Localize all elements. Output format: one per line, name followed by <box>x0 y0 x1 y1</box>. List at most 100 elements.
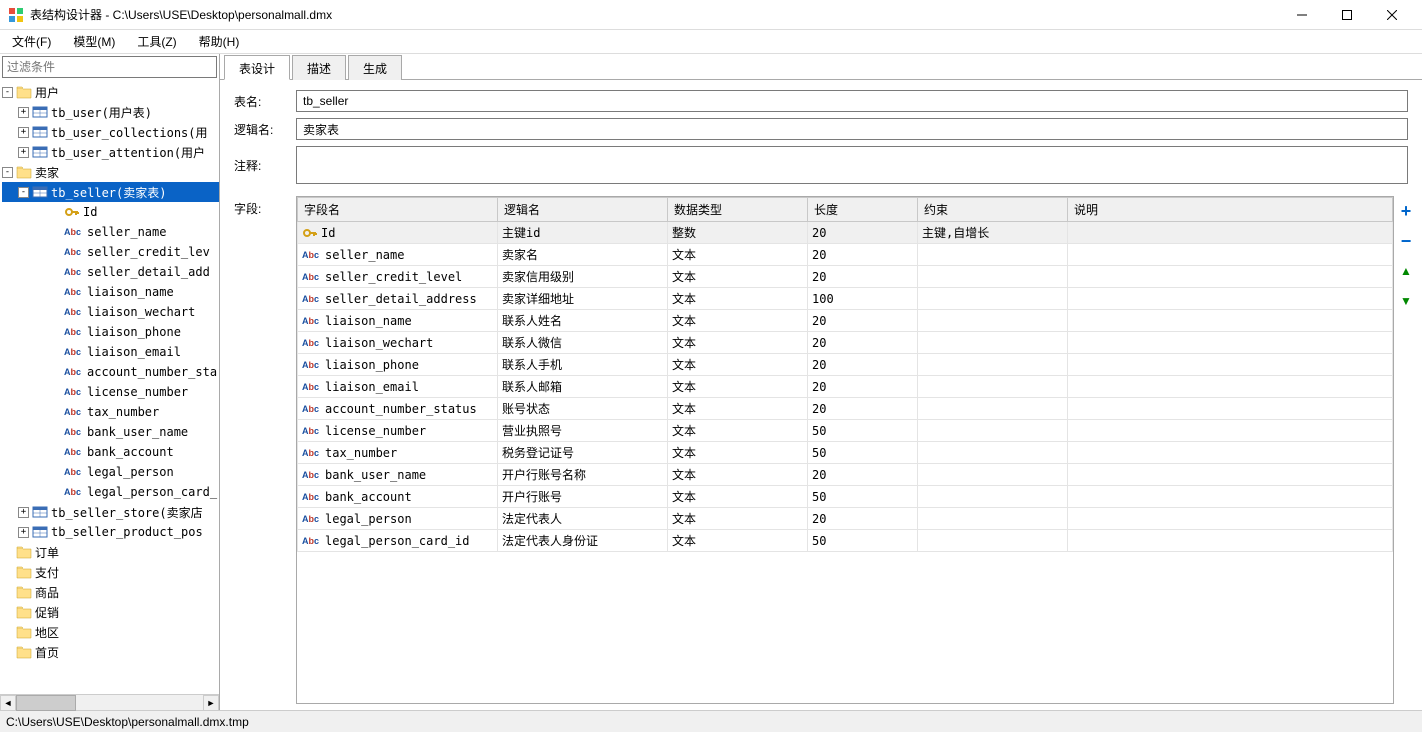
scroll-left-arrow-icon[interactable]: ◄ <box>0 695 16 711</box>
cell-description <box>1068 376 1393 398</box>
tree-label: tb_seller_store(卖家店 <box>51 504 203 521</box>
tree-toggle-icon[interactable]: - <box>18 187 29 198</box>
table-row[interactable]: Abcseller_detail_address卖家详细地址文本100 <box>298 288 1393 310</box>
cell-length: 50 <box>808 442 918 464</box>
table-row[interactable]: Abcliaison_name联系人姓名文本20 <box>298 310 1393 332</box>
tree-table-seller-product-pos[interactable]: +tb_seller_product_pos <box>2 522 219 542</box>
table-row[interactable]: Abclicense_number营业执照号文本50 <box>298 420 1393 442</box>
col-data-type[interactable]: 数据类型 <box>668 198 808 222</box>
tree-group-promo_group[interactable]: 促销 <box>2 602 219 622</box>
tree-group-seller[interactable]: -卖家 <box>2 162 219 182</box>
sidebar-horizontal-scrollbar[interactable]: ◄ ► <box>0 694 219 710</box>
tab-design[interactable]: 表设计 <box>224 55 290 80</box>
col-length[interactable]: 长度 <box>808 198 918 222</box>
col-constraint[interactable]: 约束 <box>918 198 1068 222</box>
menu-file[interactable]: 文件(F) <box>8 31 55 52</box>
tree-field-legal_person_card_id[interactable]: Abclegal_person_card_ <box>2 482 219 502</box>
tree-group-home_group[interactable]: 首页 <box>2 642 219 662</box>
tree-field-seller_credit_level[interactable]: Abcseller_credit_lev <box>2 242 219 262</box>
tree-field-tax_number[interactable]: Abctax_number <box>2 402 219 422</box>
tree-field-seller_name[interactable]: Abcseller_name <box>2 222 219 242</box>
scroll-right-arrow-icon[interactable]: ► <box>203 695 219 711</box>
tree-group-region_group[interactable]: 地区 <box>2 622 219 642</box>
col-logic-name[interactable]: 逻辑名 <box>498 198 668 222</box>
col-field-name[interactable]: 字段名 <box>298 198 498 222</box>
tree-toggle-icon[interactable]: + <box>18 127 29 138</box>
text-field-icon: Abc <box>302 248 322 262</box>
cell-data-type: 文本 <box>668 420 808 442</box>
cell-data-type: 文本 <box>668 464 808 486</box>
tree-field-bank_account[interactable]: Abcbank_account <box>2 442 219 462</box>
scroll-thumb[interactable] <box>16 695 76 711</box>
table-row[interactable]: Abcliaison_wechart联系人微信文本20 <box>298 332 1393 354</box>
cell-field-name: license_number <box>325 424 426 438</box>
tab-generate[interactable]: 生成 <box>348 55 402 80</box>
tree-group-user[interactable]: -用户 <box>2 82 219 102</box>
table-row[interactable]: Abclegal_person_card_id法定代表人身份证文本50 <box>298 530 1393 552</box>
col-description[interactable]: 说明 <box>1068 198 1393 222</box>
cell-data-type: 文本 <box>668 530 808 552</box>
tree-field-bank_user_name[interactable]: Abcbank_user_name <box>2 422 219 442</box>
tree-label: liaison_phone <box>87 325 181 339</box>
table-row[interactable]: Abcbank_account开户行账号文本50 <box>298 486 1393 508</box>
table-row[interactable]: Id主键id整数20主键,自增长 <box>298 222 1393 244</box>
remove-field-button[interactable]: − <box>1397 232 1415 250</box>
tree-view[interactable]: -用户+tb_user(用户表)+tb_user_collections(用+t… <box>0 80 219 694</box>
title-bar: 表结构设计器 - C:\Users\USE\Desktop\personalma… <box>0 0 1422 30</box>
tree-field-liaison_wechart[interactable]: Abcliaison_wechart <box>2 302 219 322</box>
cell-constraint <box>918 266 1068 288</box>
filter-input[interactable] <box>2 56 217 78</box>
tree-group-order_group[interactable]: 订单 <box>2 542 219 562</box>
move-down-button[interactable]: ▼ <box>1397 292 1415 310</box>
tree-group-pay_group[interactable]: 支付 <box>2 562 219 582</box>
tree-field-account_number_status[interactable]: Abcaccount_number_sta <box>2 362 219 382</box>
table-icon <box>32 525 48 539</box>
fields-grid[interactable]: 字段名 逻辑名 数据类型 长度 约束 说明 Id主键id整数20主键,自增长Ab… <box>296 196 1394 704</box>
tab-description[interactable]: 描述 <box>292 55 346 80</box>
table-row[interactable]: Abcliaison_phone联系人手机文本20 <box>298 354 1393 376</box>
tree-group-goods_group[interactable]: 商品 <box>2 582 219 602</box>
table-row[interactable]: Abclegal_person法定代表人文本20 <box>298 508 1393 530</box>
table-name-input[interactable] <box>296 90 1408 112</box>
tree-table-user[interactable]: +tb_user(用户表) <box>2 102 219 122</box>
close-button[interactable] <box>1369 1 1414 29</box>
table-row[interactable]: Abctax_number税务登记证号文本50 <box>298 442 1393 464</box>
tree-toggle-icon[interactable]: + <box>18 527 29 538</box>
tree-table-seller-store[interactable]: + tb_seller_store(卖家店 <box>2 502 219 522</box>
move-up-button[interactable]: ▲ <box>1397 262 1415 280</box>
tree-table-seller[interactable]: -tb_seller(卖家表) <box>2 182 219 202</box>
tree-field-liaison_name[interactable]: Abcliaison_name <box>2 282 219 302</box>
table-row[interactable]: Abcliaison_email联系人邮箱文本20 <box>298 376 1393 398</box>
tree-field-id[interactable]: Id <box>2 202 219 222</box>
tree-table-user-collections[interactable]: +tb_user_collections(用 <box>2 122 219 142</box>
minimize-button[interactable] <box>1279 1 1324 29</box>
table-row[interactable]: Abcseller_name卖家名文本20 <box>298 244 1393 266</box>
tree-toggle-icon[interactable]: + <box>18 107 29 118</box>
maximize-button[interactable] <box>1324 1 1369 29</box>
window-title: 表结构设计器 - C:\Users\USE\Desktop\personalma… <box>30 6 1279 23</box>
table-row[interactable]: Abcbank_user_name开户行账号名称文本20 <box>298 464 1393 486</box>
tree-toggle-icon[interactable]: + <box>18 147 29 158</box>
table-row[interactable]: Abcseller_credit_level卖家信用级别文本20 <box>298 266 1393 288</box>
cell-constraint <box>918 464 1068 486</box>
cell-length: 20 <box>808 508 918 530</box>
table-row[interactable]: Abcaccount_number_status账号状态文本20 <box>298 398 1393 420</box>
add-field-button[interactable]: + <box>1397 202 1415 220</box>
tree-toggle-icon[interactable]: - <box>2 87 13 98</box>
comment-input[interactable] <box>296 146 1408 184</box>
status-bar: C:\Users\USE\Desktop\personalmall.dmx.tm… <box>0 710 1422 732</box>
tree-toggle-icon[interactable]: + <box>18 507 29 518</box>
tree-table-user-attention[interactable]: +tb_user_attention(用户 <box>2 142 219 162</box>
menu-tools[interactable]: 工具(Z) <box>133 31 180 52</box>
tree-field-legal_person[interactable]: Abclegal_person <box>2 462 219 482</box>
tree-field-seller_detail_address[interactable]: Abcseller_detail_add <box>2 262 219 282</box>
tree-field-license_number[interactable]: Abclicense_number <box>2 382 219 402</box>
tree-toggle-icon[interactable]: - <box>2 167 13 178</box>
menu-model[interactable]: 模型(M) <box>69 31 119 52</box>
cell-data-type: 文本 <box>668 354 808 376</box>
menu-help[interactable]: 帮助(H) <box>195 31 244 52</box>
tree-field-liaison_phone[interactable]: Abcliaison_phone <box>2 322 219 342</box>
logic-name-input[interactable] <box>296 118 1408 140</box>
tree-field-liaison_email[interactable]: Abcliaison_email <box>2 342 219 362</box>
tree-label: seller_detail_add <box>87 265 210 279</box>
